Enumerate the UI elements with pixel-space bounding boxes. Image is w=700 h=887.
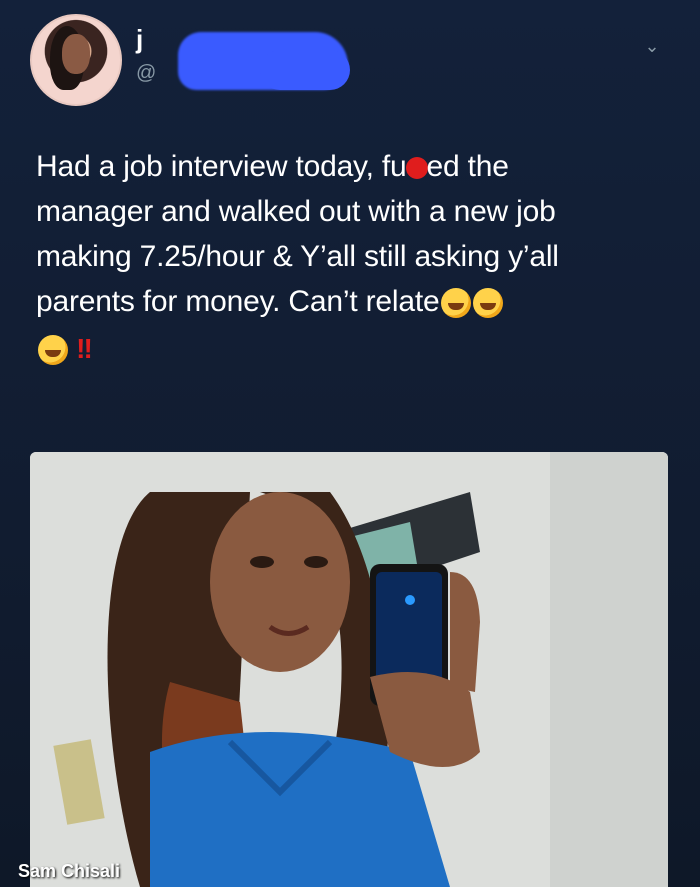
- tweet-line-3: making 7.25/hour & Y’all still asking y’…: [36, 240, 559, 273]
- laughing-emoji-icon: [441, 288, 472, 319]
- tweet-line-4: parents for money. Can’t relate: [36, 279, 666, 324]
- laughing-emoji-icon: [38, 335, 68, 366]
- tweet-line-4-text: parents for money. Can’t relate: [36, 285, 440, 318]
- avatar[interactable]: [30, 14, 122, 106]
- watermark: Sam Chisali: [18, 861, 121, 881]
- user-handle[interactable]: @: [136, 62, 156, 85]
- laughing-emoji-icon: [473, 288, 504, 319]
- tweet-text: Had a job interview today, fu ed the mana…: [36, 144, 666, 371]
- tweet-line-1-end: ed the: [426, 150, 509, 183]
- tweet-header: j @ ⌄: [30, 14, 680, 114]
- redaction-scribble-part: [260, 50, 350, 90]
- tweet-card: j @ ⌄ Had a job interview today, fu ed th…: [0, 0, 700, 887]
- tweet-line-5: !!: [36, 326, 666, 371]
- tweet-line-2: manager and walked out with a new job: [36, 195, 556, 228]
- chevron-down-icon[interactable]: ⌄: [642, 36, 662, 56]
- tweet-media-photo[interactable]: [30, 452, 668, 887]
- tweet-line-1: Had a job interview today, fu ed the: [36, 144, 666, 189]
- tweet-line-1-start: Had a job interview today, fu: [36, 150, 407, 183]
- avatar-face: [62, 34, 90, 74]
- censor-mark-icon: [405, 157, 428, 180]
- double-exclamation-icon: !!: [76, 333, 93, 364]
- username[interactable]: j: [136, 24, 144, 55]
- selfie-photo: [30, 452, 668, 887]
